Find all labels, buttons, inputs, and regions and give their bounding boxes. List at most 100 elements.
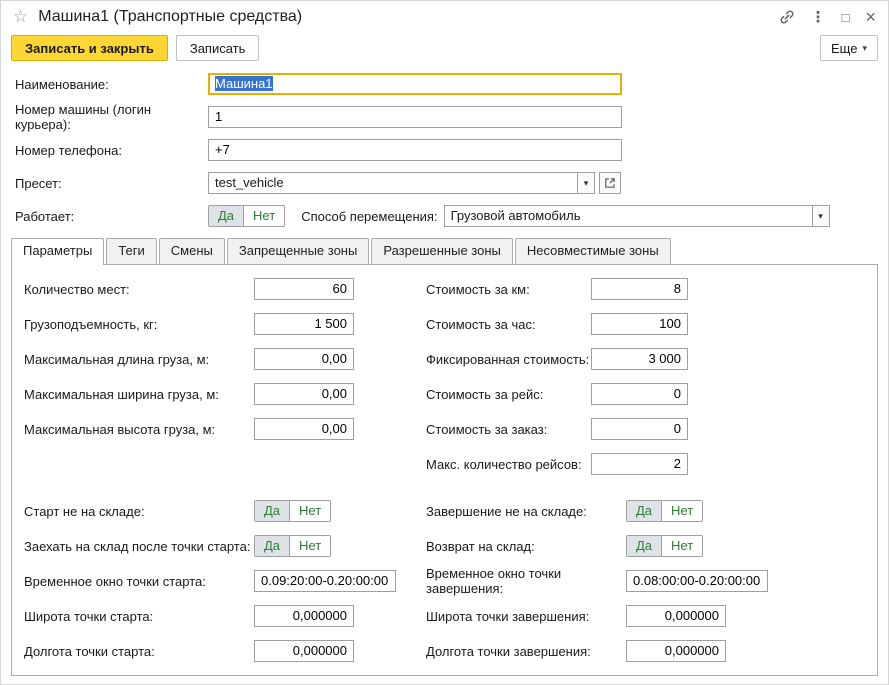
seats-label: Количество мест: <box>24 282 254 297</box>
preset-open-button[interactable] <box>599 172 621 194</box>
row-maxtrips: Макс. количество рейсов: 2 <box>24 453 865 475</box>
max-height-input[interactable]: 0,00 <box>254 418 354 440</box>
fixed-cost-input[interactable]: 3 000 <box>591 348 688 370</box>
capacity-input[interactable]: 1 500 <box>254 313 354 335</box>
finish-not-depot-label: Завершение не на складе: <box>426 504 626 519</box>
form-row-works: Работает: Да Нет Способ перемещения: Гру… <box>15 205 888 227</box>
row-visitdepot-return: Заехать на склад после точки старта: Да … <box>24 535 865 557</box>
start-not-depot-yes[interactable]: Да <box>255 501 289 521</box>
visit-depot-after-start-yes[interactable]: Да <box>255 536 289 556</box>
form-row-login: Номер машины (логин курьера): 1 <box>15 106 888 128</box>
return-to-depot-no[interactable]: Нет <box>661 536 702 556</box>
max-length-label: Максимальная длина груза, м: <box>24 352 254 367</box>
preset-input[interactable]: test_vehicle <box>208 172 577 194</box>
finish-lon-input[interactable]: 0,000000 <box>626 640 726 662</box>
finish-not-depot-yes[interactable]: Да <box>627 501 661 521</box>
vehicle-form-window: ☆ Машина1 (Транспортные средства) ⋮ □ × … <box>0 0 889 685</box>
visit-depot-after-start-no[interactable]: Нет <box>289 536 330 556</box>
works-toggle: Да Нет <box>208 205 285 227</box>
tab-tegi[interactable]: Теги <box>106 238 156 264</box>
max-width-label: Максимальная ширина груза, м: <box>24 387 254 402</box>
start-lat-input[interactable]: 0,000000 <box>254 605 354 627</box>
titlebar: ☆ Машина1 (Транспортные средства) ⋮ □ × <box>1 1 888 33</box>
max-length-input[interactable]: 0,00 <box>254 348 354 370</box>
cost-order-input[interactable]: 0 <box>591 418 688 440</box>
login-input[interactable]: 1 <box>208 106 622 128</box>
chevron-down-icon: ▾ <box>818 211 823 222</box>
row-maxwidth-costtrip: Максимальная ширина груза, м: 0,00 Стоим… <box>24 383 865 405</box>
works-label: Работает: <box>15 209 208 224</box>
parameters-panel: Количество мест: 60 Стоимость за км: 8 Г… <box>11 264 878 676</box>
works-toggle-yes[interactable]: Да <box>209 206 243 226</box>
close-icon[interactable]: × <box>865 8 876 26</box>
cost-trip-input[interactable]: 0 <box>591 383 688 405</box>
row-seats-costkm: Количество мест: 60 Стоимость за км: 8 <box>24 278 865 300</box>
max-width-input[interactable]: 0,00 <box>254 383 354 405</box>
favorite-star-icon[interactable]: ☆ <box>13 7 28 27</box>
start-lat-label: Широта точки старта: <box>24 609 254 624</box>
tab-zapreshchennye-zony[interactable]: Запрещенные зоны <box>227 238 369 264</box>
save-and-close-button[interactable]: Записать и закрыть <box>11 35 168 61</box>
finish-lon-label: Долгота точки завершения: <box>426 644 626 659</box>
more-button[interactable]: Еще ▾ <box>820 35 878 61</box>
movement-input[interactable]: Грузовой автомобиль <box>444 205 812 227</box>
cost-order-label: Стоимость за заказ: <box>426 422 591 437</box>
login-label: Номер машины (логин курьера): <box>15 102 208 132</box>
chevron-down-icon: ▾ <box>584 178 589 189</box>
toolbar: Записать и закрыть Записать Еще ▾ <box>1 33 888 67</box>
cost-km-label: Стоимость за км: <box>426 282 591 297</box>
section-gap <box>24 488 865 500</box>
start-window-input[interactable]: 0.09:20:00-0.20:00:00 <box>254 570 396 592</box>
row-latitudes: Широта точки старта: 0,000000 Широта точ… <box>24 605 865 627</box>
row-start-finish-not-depot: Старт не на складе: Да Нет Завершение не… <box>24 500 865 522</box>
visit-depot-after-start-toggle: Да Нет <box>254 535 331 557</box>
form-row-name: Наименование: Машина1 <box>15 73 888 95</box>
row-maxlength-fixedcost: Максимальная длина груза, м: 0,00 Фиксир… <box>24 348 865 370</box>
header-form: Наименование: Машина1 Номер машины (логи… <box>1 67 888 227</box>
tab-bar: Параметры Теги Смены Запрещенные зоны Ра… <box>1 238 888 264</box>
movement-combo: Грузовой автомобиль ▾ <box>444 205 830 227</box>
cost-hour-label: Стоимость за час: <box>426 317 591 332</box>
finish-lat-input[interactable]: 0,000000 <box>626 605 726 627</box>
visit-depot-after-start-label: Заехать на склад после точки старта: <box>24 539 254 554</box>
window-controls: ⋮ □ × <box>779 8 876 26</box>
movement-dropdown-button[interactable]: ▾ <box>812 205 830 227</box>
cost-hour-input[interactable]: 100 <box>591 313 688 335</box>
finish-not-depot-no[interactable]: Нет <box>661 501 702 521</box>
name-label: Наименование: <box>15 77 208 92</box>
start-lon-input[interactable]: 0,000000 <box>254 640 354 662</box>
name-input[interactable]: Машина1 <box>208 73 622 95</box>
preset-combo: test_vehicle ▾ <box>208 172 595 194</box>
capacity-label: Грузоподъемность, кг: <box>24 317 254 332</box>
page-title: Машина1 (Транспортные средства) <box>38 8 302 26</box>
finish-window-label: Временное окно точки завершения: <box>426 566 626 596</box>
tab-nesovmestimye-zony[interactable]: Несовместимые зоны <box>515 238 671 264</box>
return-to-depot-yes[interactable]: Да <box>627 536 661 556</box>
row-capacity-costhour: Грузоподъемность, кг: 1 500 Стоимость за… <box>24 313 865 335</box>
finish-lat-label: Широта точки завершения: <box>426 609 626 624</box>
start-not-depot-toggle: Да Нет <box>254 500 331 522</box>
max-trips-input[interactable]: 2 <box>591 453 688 475</box>
phone-input[interactable]: +7 <box>208 139 622 161</box>
finish-window-input[interactable]: 0.08:00:00-0.20:00:00 <box>626 570 768 592</box>
tab-smeny[interactable]: Смены <box>159 238 225 264</box>
start-window-label: Временное окно точки старта: <box>24 574 254 589</box>
start-not-depot-no[interactable]: Нет <box>289 501 330 521</box>
max-trips-label: Макс. количество рейсов: <box>426 457 591 472</box>
get-link-icon[interactable] <box>779 9 795 25</box>
kebab-menu-icon[interactable]: ⋮ <box>811 10 826 25</box>
movement-label: Способ перемещения: <box>301 209 437 224</box>
name-input-selected-text: Машина1 <box>215 76 273 91</box>
seats-input[interactable]: 60 <box>254 278 354 300</box>
row-maxheight-costorder: Максимальная высота груза, м: 0,00 Стоим… <box>24 418 865 440</box>
preset-dropdown-button[interactable]: ▾ <box>577 172 595 194</box>
cost-km-input[interactable]: 8 <box>591 278 688 300</box>
return-to-depot-toggle: Да Нет <box>626 535 703 557</box>
tab-razreshennye-zony[interactable]: Разрешенные зоны <box>371 238 513 264</box>
save-button[interactable]: Записать <box>176 35 260 61</box>
works-toggle-no[interactable]: Нет <box>243 206 284 226</box>
preset-label: Пресет: <box>15 176 208 191</box>
return-to-depot-label: Возврат на склад: <box>426 539 626 554</box>
tab-parametry[interactable]: Параметры <box>11 238 104 265</box>
maximize-icon[interactable]: □ <box>842 11 850 24</box>
